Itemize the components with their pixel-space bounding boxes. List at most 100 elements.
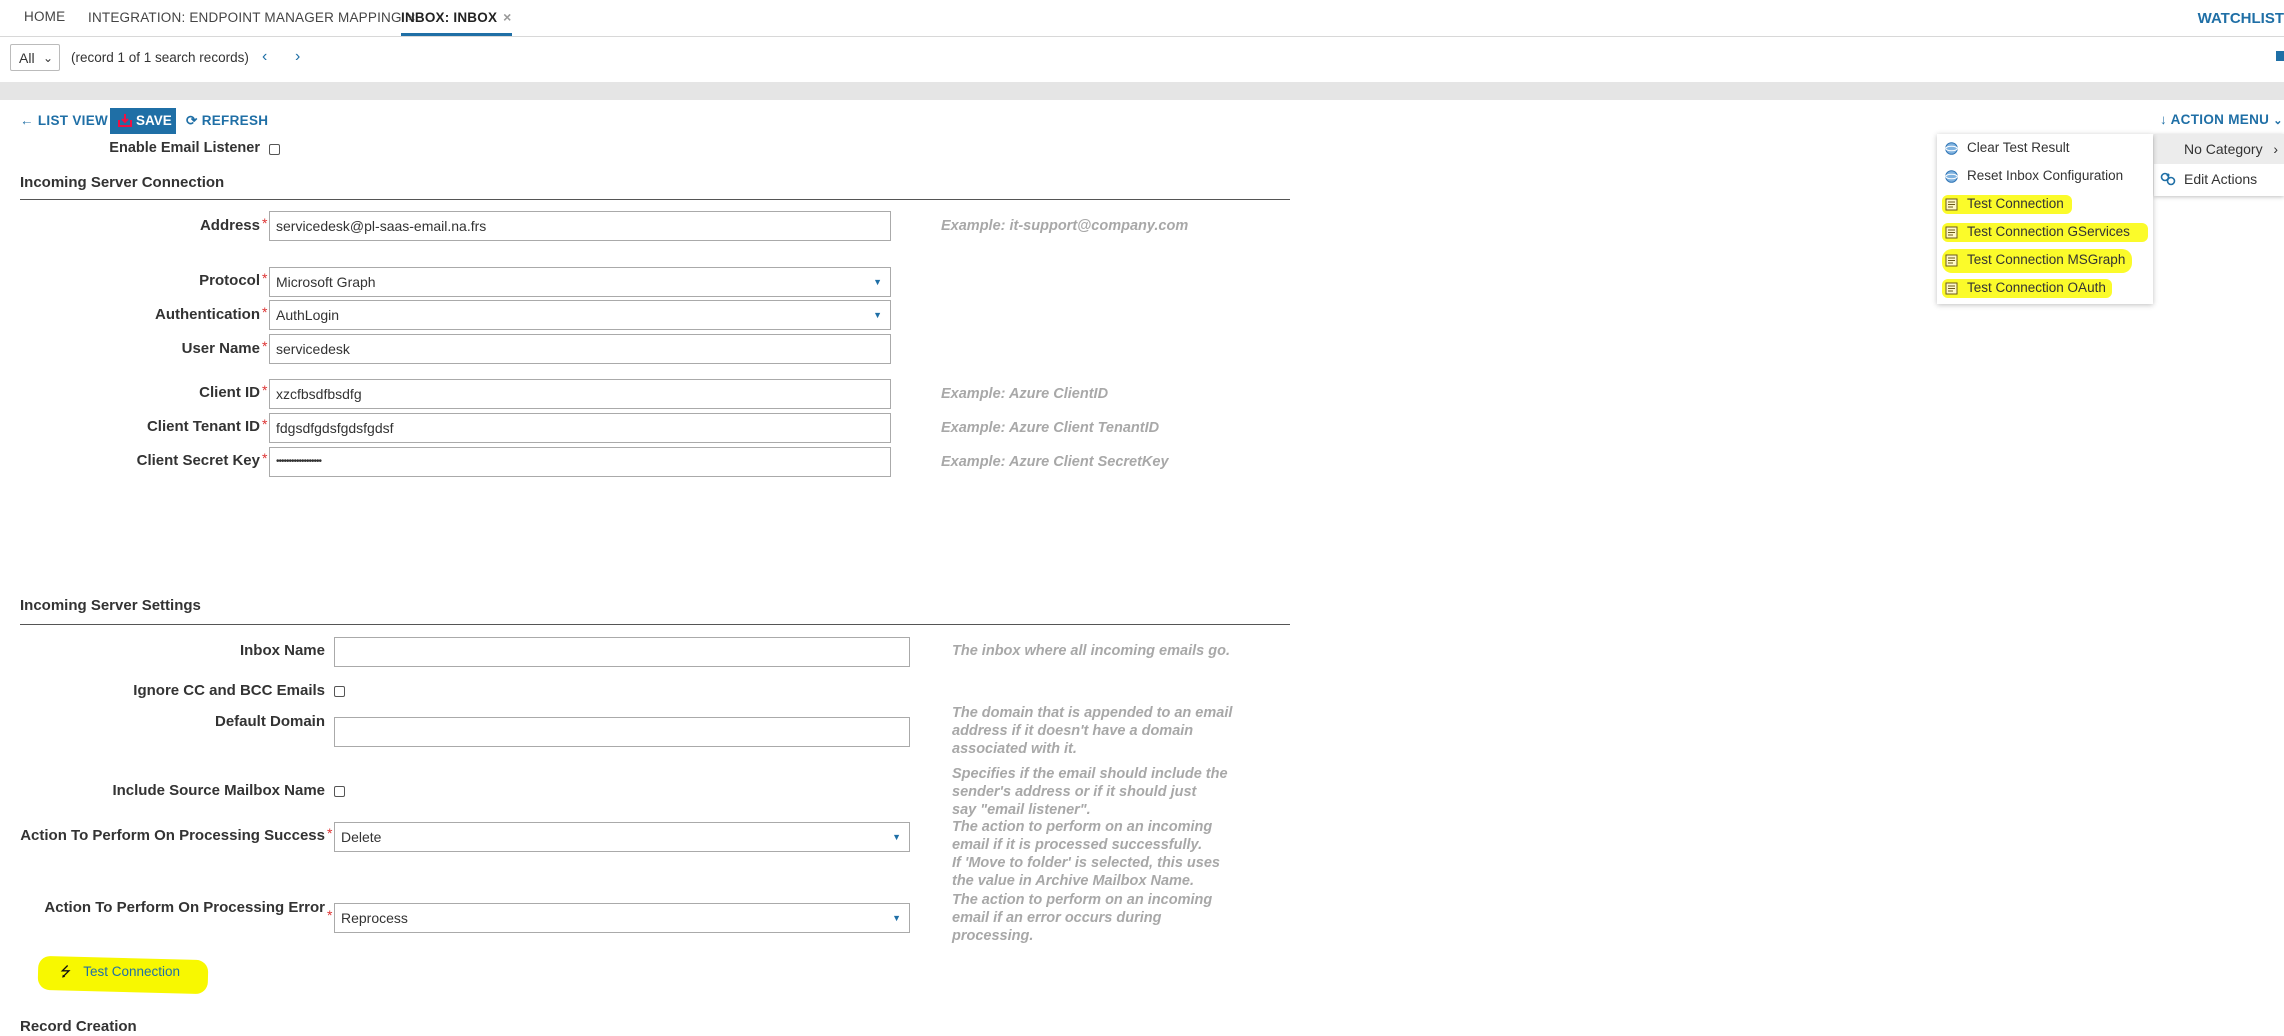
authentication-label: Authentication (20, 306, 260, 323)
processing-success-label: Action To Perform On Processing Success (20, 827, 325, 844)
menu-item-test-connection[interactable]: Test Connection (1937, 190, 2153, 218)
protocol-select[interactable]: Microsoft Graph ▼ (269, 267, 891, 297)
edit-actions-icon (2160, 172, 2176, 186)
menu-item-label: Test Connection MSGraph (1967, 252, 2126, 267)
hint-line: The action to perform on an incoming (952, 819, 1213, 835)
tab-integration-endpoint-manager-mapping[interactable]: INTEGRATION: ENDPOINT MANAGER MAPPING × (88, 0, 416, 34)
processing-success-select[interactable]: Delete ▼ (334, 822, 910, 852)
address-hint: Example: it-support@company.com (941, 218, 1189, 234)
client-id-input[interactable]: xzcfbsdfbsdfg (269, 379, 891, 409)
menu-item-label: Test Connection OAuth (1967, 280, 2106, 295)
refresh-button[interactable]: ⟳ REFRESH (186, 110, 268, 132)
tab-home[interactable]: HOME (24, 0, 65, 34)
hint-line: If 'Move to folder' is selected, this us… (952, 855, 1220, 871)
address-input[interactable]: servicedesk@pl-saas-email.na.frs (269, 211, 891, 241)
processing-error-hint: The action to perform on an incoming ema… (952, 891, 1212, 945)
protocol-label: Protocol (20, 272, 260, 289)
next-record-icon[interactable]: › (295, 48, 300, 66)
record-filter-select[interactable]: All ⌄ (10, 44, 60, 71)
caret-down-icon: ▼ (873, 277, 882, 287)
watchlist-link[interactable]: WATCHLIST (2198, 10, 2284, 27)
include-source-mailbox-hint: Specifies if the email should include th… (952, 765, 1228, 819)
lightning-icon: ⭍ (60, 964, 72, 979)
client-secret-key-hint: Example: Azure Client SecretKey (941, 454, 1169, 470)
ignore-cc-bcc-checkbox[interactable] (334, 686, 345, 697)
list-view-button[interactable]: ← LIST VIEW (20, 110, 108, 132)
inbox-name-label: Inbox Name (239, 642, 325, 659)
client-secret-key-input[interactable]: •••••••••••••••••• (269, 447, 891, 477)
required-marker: * (262, 450, 268, 466)
hint-line: the value in Archive Mailbox Name. (952, 873, 1195, 889)
required-marker: * (262, 304, 268, 320)
required-marker: * (327, 907, 333, 923)
hint-line: associated with it. (952, 741, 1077, 757)
previous-record-icon[interactable]: ‹ (262, 48, 267, 66)
address-label: Address (20, 217, 260, 234)
client-tenant-id-label: Client Tenant ID (20, 418, 260, 435)
list-view-label: LIST VIEW (37, 113, 109, 128)
menu-item-test-connection-oauth[interactable]: Test Connection OAuth (1937, 274, 2153, 302)
action-menu-label: ACTION MENU (2170, 112, 2270, 127)
enable-email-listener-checkbox[interactable] (269, 144, 280, 155)
menu-item-label: Test Connection GServices (1967, 224, 2130, 239)
inbox-name-input[interactable] (334, 637, 910, 667)
section-title-record-creation: Record Creation (20, 1018, 137, 1035)
close-icon[interactable]: × (503, 9, 511, 25)
hint-line: Specifies if the email should include th… (952, 766, 1228, 782)
chevron-right-icon: › (2273, 141, 2278, 157)
divider-band (0, 82, 2284, 100)
action-menu-dropdown: Clear Test Result Reset Inbox Configurat… (1937, 134, 2153, 304)
test-connection-button[interactable]: ⭍ Test Connection (60, 960, 180, 984)
hint-line: address if it doesn't have a domain (952, 723, 1194, 739)
required-marker: * (262, 416, 268, 432)
section-title-incoming-connection: Incoming Server Connection (20, 174, 225, 191)
default-domain-input[interactable] (334, 717, 910, 747)
tab-label: INBOX: INBOX (401, 10, 498, 25)
category-label: No Category (2184, 141, 2263, 157)
refresh-label: REFRESH (201, 113, 269, 128)
inbox-name-hint: The inbox where all incoming emails go. (952, 643, 1230, 659)
required-marker: * (262, 382, 268, 398)
tab-label: INTEGRATION: ENDPOINT MANAGER MAPPING (88, 10, 402, 25)
client-id-label: Client ID (20, 384, 260, 401)
required-marker: * (262, 338, 268, 354)
user-name-input[interactable]: servicedesk (269, 334, 891, 364)
authentication-value: AuthLogin (276, 307, 340, 323)
arrow-down-icon: ↓ (2160, 112, 2168, 127)
section-divider (20, 624, 1290, 625)
client-tenant-id-hint: Example: Azure Client TenantID (941, 420, 1160, 436)
edit-actions-item[interactable]: Edit Actions (2154, 164, 2284, 194)
script-icon (1945, 226, 1958, 239)
client-tenant-id-input[interactable]: fdgsdfgdsfgdsfgdsf (269, 413, 891, 443)
user-name-label: User Name (20, 340, 260, 357)
arrow-left-icon: ← (20, 113, 34, 128)
protocol-label-text: Protocol (199, 272, 260, 289)
action-menu-button[interactable]: ↓ ACTION MENU ⌄ (2160, 112, 2283, 127)
menu-item-test-connection-msgraph[interactable]: Test Connection MSGraph (1937, 246, 2153, 274)
hint-line: processing. (952, 928, 1034, 944)
hint-line: The domain that is appended to an email (952, 705, 1233, 721)
hint-line: The action to perform on an incoming (952, 892, 1213, 908)
menu-category-no-category[interactable]: No Category › (2154, 134, 2284, 164)
client-id-label-text: Client ID (199, 384, 260, 401)
hint-line: say "email listener". (952, 802, 1091, 818)
authentication-select[interactable]: AuthLogin ▼ (269, 300, 891, 330)
hint-line: email if an error occurs during (952, 910, 1162, 926)
save-label: SAVE (136, 113, 172, 128)
chevron-down-icon: ⌄ (2273, 115, 2283, 127)
default-domain-hint: The domain that is appended to an email … (952, 704, 1232, 758)
save-icon (118, 114, 132, 127)
panel-toggle[interactable] (2276, 51, 2284, 61)
menu-item-test-connection-gservices[interactable]: Test Connection GServices (1937, 218, 2153, 246)
include-source-mailbox-label: Include Source Mailbox Name (112, 782, 325, 799)
protocol-value: Microsoft Graph (276, 274, 376, 290)
tab-inbox[interactable]: INBOX: INBOX × (401, 0, 512, 36)
menu-item-clear-test-result[interactable]: Clear Test Result (1937, 134, 2153, 162)
include-source-mailbox-checkbox[interactable] (334, 786, 345, 797)
save-button[interactable]: SAVE (110, 108, 176, 134)
globe-icon (1945, 142, 1958, 155)
processing-error-select[interactable]: Reprocess ▼ (334, 903, 910, 933)
menu-item-reset-inbox-configuration[interactable]: Reset Inbox Configuration (1937, 162, 2153, 190)
chevron-down-icon: ⌄ (42, 51, 53, 65)
address-label-text: Address (199, 217, 260, 234)
